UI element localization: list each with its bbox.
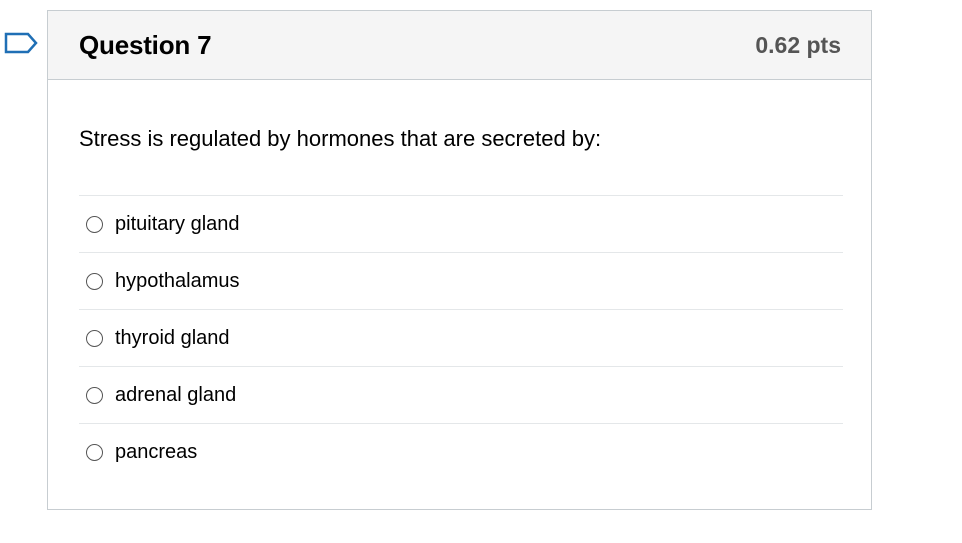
radio-button[interactable] bbox=[86, 443, 103, 461]
answer-label[interactable]: adrenal gland bbox=[115, 384, 236, 407]
answer-option-pancreas[interactable]: pancreas bbox=[79, 423, 843, 480]
answer-label[interactable]: pituitary gland bbox=[115, 213, 240, 236]
question-points: 0.62 pts bbox=[755, 31, 841, 58]
answer-option-thyroid-gland[interactable]: thyroid gland bbox=[79, 309, 843, 366]
answer-label[interactable]: hypothalamus bbox=[115, 270, 240, 293]
answer-option-adrenal-gland[interactable]: adrenal gland bbox=[79, 366, 843, 423]
flag-question-icon[interactable] bbox=[4, 32, 38, 54]
radio-button[interactable] bbox=[86, 329, 103, 347]
radio-button[interactable] bbox=[86, 215, 103, 233]
answer-list: pituitary gland hypothalamus thyroid gla… bbox=[79, 195, 843, 480]
question-title: Question 7 bbox=[79, 29, 212, 60]
answer-option-pituitary-gland[interactable]: pituitary gland bbox=[79, 195, 843, 252]
answer-label[interactable]: thyroid gland bbox=[115, 327, 230, 350]
question-header: Question 7 0.62 pts bbox=[48, 11, 871, 80]
question-text: Stress is regulated by hormones that are… bbox=[79, 126, 602, 151]
question-card: Question 7 0.62 pts Stress is regulated … bbox=[47, 10, 872, 510]
radio-button[interactable] bbox=[86, 386, 103, 404]
radio-button[interactable] bbox=[86, 272, 103, 290]
answer-label[interactable]: pancreas bbox=[115, 441, 197, 464]
answer-option-hypothalamus[interactable]: hypothalamus bbox=[79, 252, 843, 309]
